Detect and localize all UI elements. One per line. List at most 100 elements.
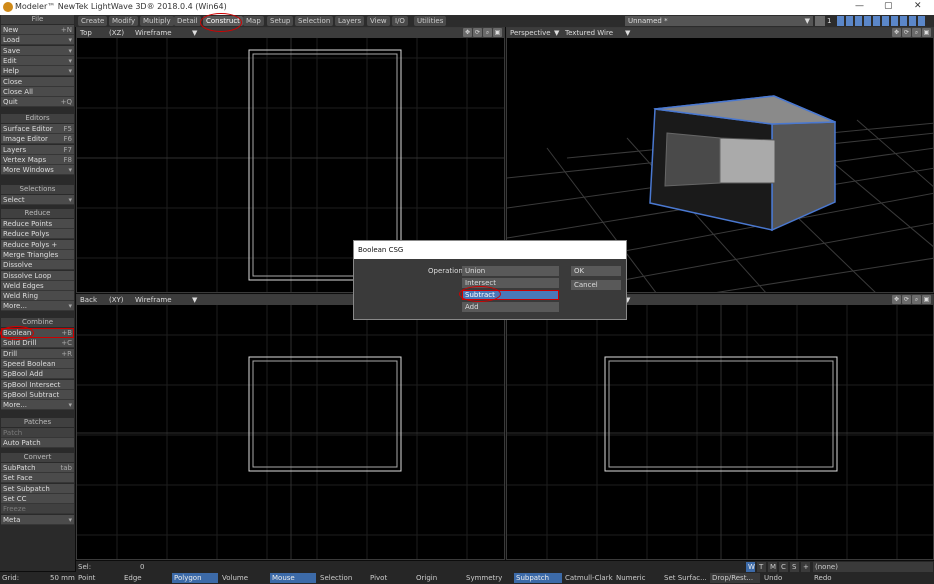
sidebar-item-layers[interactable]: Layers F7 xyxy=(1,144,74,155)
bottom-btn-redo[interactable]: Redo xyxy=(812,573,862,583)
sidebar-item-set-subpatch[interactable]: Set Subpatch xyxy=(1,483,74,494)
viewport-view-label[interactable]: Top xyxy=(80,28,92,38)
tab-modify[interactable]: Modify xyxy=(109,16,139,26)
viewport-back[interactable]: Back (XY) Wireframe ▼ xyxy=(76,294,505,560)
tab-layers[interactable]: Layers xyxy=(335,16,365,26)
viewport-mode-label[interactable]: Textured Wire xyxy=(565,28,613,38)
sidebar-item-vertex-maps[interactable]: Vertex Maps F8 xyxy=(1,154,74,165)
maximize-icon[interactable]: ▣ xyxy=(922,295,931,304)
viewport-mode-label[interactable]: Wireframe xyxy=(135,28,172,38)
wtmcs-w[interactable]: W xyxy=(746,562,755,572)
sidebar-item-edit[interactable]: Edit ▾ xyxy=(1,55,74,66)
tab-detail[interactable]: Detail xyxy=(174,16,201,26)
bottom-btn-undo[interactable]: Undo xyxy=(762,573,810,583)
sidebar-item-reduce-polys[interactable]: Reduce Polys + xyxy=(1,239,74,250)
layer-prev-icon[interactable] xyxy=(815,16,825,26)
sidebar-item-set-cc[interactable]: Set CC xyxy=(1,493,74,504)
scene-selector[interactable]: Unnamed * ▼ xyxy=(625,16,813,26)
bottom-btn-selection[interactable]: Selection xyxy=(318,573,366,583)
bottom-btn-symmetry[interactable]: Symmetry xyxy=(464,573,512,583)
rotate-icon[interactable]: ⟳ xyxy=(902,28,911,37)
viewport-view-label[interactable]: Back xyxy=(80,295,97,305)
minimize-button[interactable]: — xyxy=(855,1,864,11)
sidebar-item-reduce-polys[interactable]: Reduce Polys xyxy=(1,229,74,240)
sidebar-item-dissolve-loop[interactable]: Dissolve Loop xyxy=(1,270,74,281)
sidebar-item-new[interactable]: New +N xyxy=(1,25,74,35)
option-intersect[interactable]: Intersect xyxy=(462,278,559,288)
zoom-icon[interactable]: ⌕ xyxy=(912,295,921,304)
option-subtract[interactable]: Subtract xyxy=(462,290,559,300)
move-icon[interactable]: ✥ xyxy=(892,295,901,304)
sidebar-item-meta[interactable]: Meta ▾ xyxy=(1,514,74,525)
zoom-icon[interactable]: ⌕ xyxy=(912,28,921,37)
sidebar-item-spbool-add[interactable]: SpBool Add xyxy=(1,369,74,380)
sidebar-item-more[interactable]: More... ▾ xyxy=(1,400,74,411)
close-button[interactable]: ✕ xyxy=(914,1,922,11)
sidebar-item-select[interactable]: Select ▾ xyxy=(1,195,74,205)
tab-create[interactable]: Create xyxy=(78,16,108,26)
tab-multiply[interactable]: Multiply xyxy=(140,16,174,26)
tab-view[interactable]: View xyxy=(367,16,390,26)
wtmcs-s[interactable]: S xyxy=(790,562,799,572)
viewport-mode-label[interactable]: Wireframe xyxy=(135,295,172,305)
sidebar-item-dissolve[interactable]: Dissolve xyxy=(1,260,74,271)
option-union[interactable]: Union xyxy=(462,266,559,276)
bottom-btn-drop-rest[interactable]: Drop/Rest... xyxy=(710,573,760,583)
sidebar-item-solid-drill[interactable]: Solid Drill +C xyxy=(1,338,74,349)
tab-setup[interactable]: Setup xyxy=(267,16,294,26)
ok-button[interactable]: OK xyxy=(571,266,621,276)
wtmcs-c[interactable]: C xyxy=(779,562,788,572)
maximize-icon[interactable]: ▣ xyxy=(922,28,931,37)
sidebar-item-surface-editor[interactable]: Surface Editor F5 xyxy=(1,124,74,134)
bottom-btn-subpatch[interactable]: Subpatch xyxy=(514,573,562,583)
sidebar-item-boolean[interactable]: Boolean +B xyxy=(1,328,74,338)
sidebar-item-drill[interactable]: Drill +R xyxy=(1,348,74,359)
bottom-btn-numeric[interactable]: Numeric xyxy=(614,573,660,583)
viewport-right[interactable]: ▼ ✥ ⟳ ⌕ ▣ xyxy=(506,294,934,560)
maximize-button[interactable]: ▢ xyxy=(884,1,893,11)
sidebar-item-reduce-points[interactable]: Reduce Points xyxy=(1,219,74,229)
sidebar-item-set-face[interactable]: Set Face xyxy=(1,473,74,484)
bottom-btn-volume[interactable]: Volume xyxy=(220,573,268,583)
viewport-view-label[interactable]: Perspective xyxy=(510,28,551,38)
sidebar-item-more-windows[interactable]: More Windows ▾ xyxy=(1,165,74,176)
viewport-axes-label[interactable]: (XZ) xyxy=(109,28,124,38)
sidebar-item-speed-boolean[interactable]: Speed Boolean xyxy=(1,358,74,369)
sidebar-item-close[interactable]: Close xyxy=(1,76,74,87)
move-icon[interactable]: ✥ xyxy=(892,28,901,37)
bottom-btn-set-surfac[interactable]: Set Surfac... xyxy=(662,573,707,583)
bottom-btn-catmull-clark[interactable]: Catmull-Clark xyxy=(563,573,613,583)
sidebar-item-subpatch[interactable]: SubPatch tab xyxy=(1,463,74,473)
surface-selector[interactable]: (none) xyxy=(813,562,933,572)
bottom-btn-point[interactable]: Point xyxy=(76,573,120,583)
cancel-button[interactable]: Cancel xyxy=(571,280,621,290)
wtmcs-m[interactable]: M xyxy=(768,562,777,572)
tab-construct[interactable]: Construct xyxy=(203,16,243,26)
wtmcs-plus[interactable]: + xyxy=(801,562,810,572)
bottom-btn-origin[interactable]: Origin xyxy=(414,573,460,583)
sidebar-item-spbool-subtract[interactable]: SpBool Subtract xyxy=(1,389,74,400)
layer-strip[interactable] xyxy=(837,16,927,26)
wtmcs-t[interactable]: T xyxy=(757,562,766,572)
sidebar-item-help[interactable]: Help ▾ xyxy=(1,66,74,77)
bottom-btn-edge[interactable]: Edge xyxy=(122,573,170,583)
bottom-btn-polygon[interactable]: Polygon xyxy=(172,573,218,583)
sidebar-item-patch[interactable]: Patch xyxy=(1,428,74,438)
sidebar-item-spbool-intersect[interactable]: SpBool Intersect xyxy=(1,379,74,390)
rotate-icon[interactable]: ⟳ xyxy=(902,295,911,304)
grid-label[interactable]: Grid: xyxy=(0,573,30,583)
sidebar-item-auto-patch[interactable]: Auto Patch xyxy=(1,438,74,449)
tab-utilities[interactable]: Utilities xyxy=(414,16,447,26)
bottom-btn-mouse[interactable]: Mouse xyxy=(270,573,316,583)
viewport-axes-label[interactable]: (XY) xyxy=(109,295,124,305)
bottom-btn-pivot[interactable]: Pivot xyxy=(368,573,412,583)
sidebar-item-freeze[interactable]: Freeze xyxy=(1,504,74,515)
sidebar-item-load[interactable]: Load ▾ xyxy=(1,35,74,46)
zoom-icon[interactable]: ⌕ xyxy=(483,28,492,37)
tab-io[interactable]: I/O xyxy=(392,16,408,26)
sidebar-item-close-all[interactable]: Close All xyxy=(1,86,74,97)
sidebar-item-save[interactable]: Save ▾ xyxy=(1,45,74,56)
maximize-icon[interactable]: ▣ xyxy=(493,28,502,37)
move-icon[interactable]: ✥ xyxy=(463,28,472,37)
grid-value[interactable]: 50 mm xyxy=(48,573,75,583)
